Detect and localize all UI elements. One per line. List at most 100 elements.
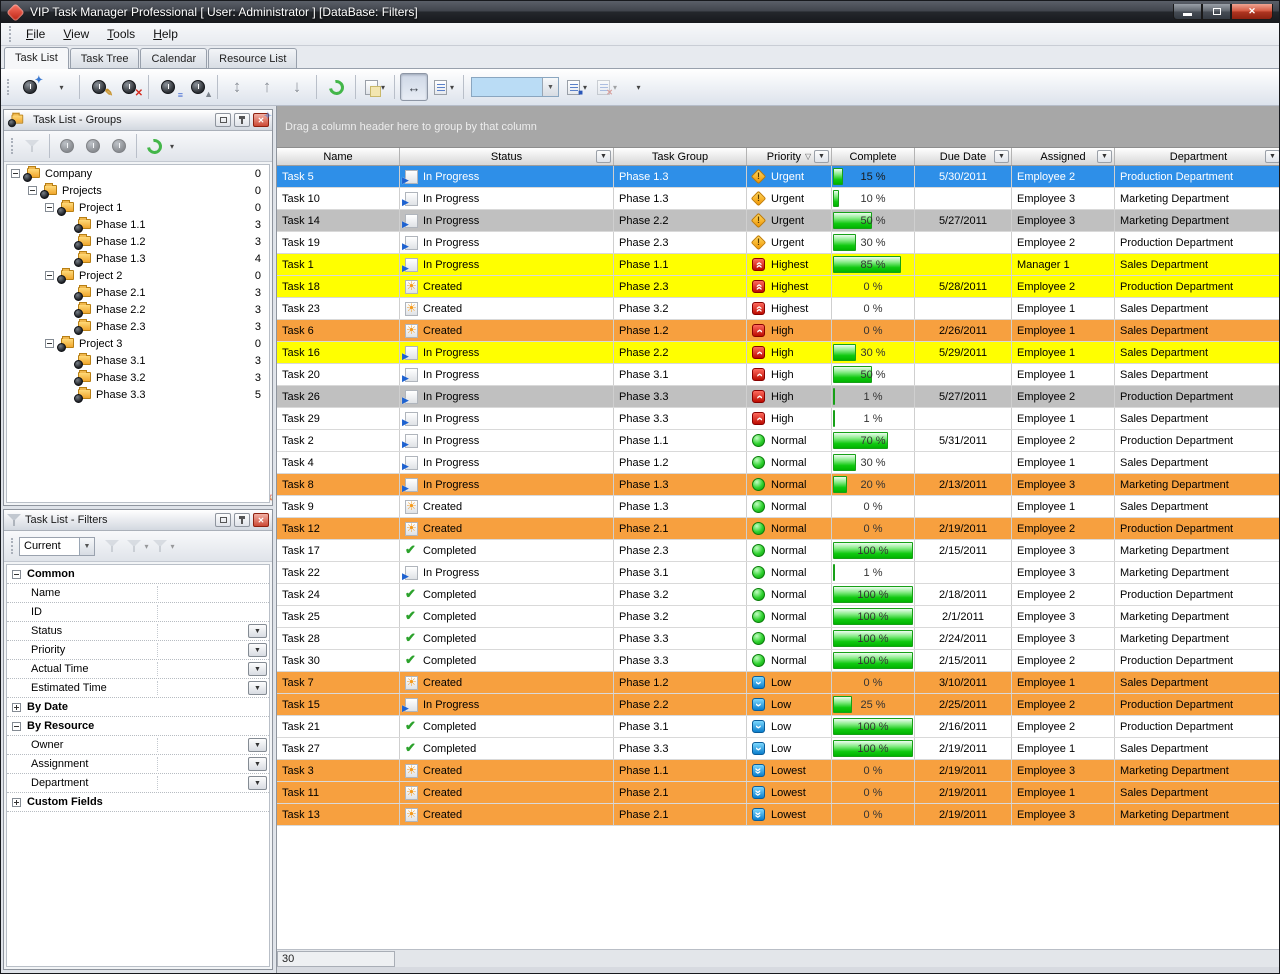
- cell-task-group[interactable]: Phase 2.3: [614, 540, 747, 561]
- groups-delete-button[interactable]: ✕: [107, 134, 131, 158]
- cell-complete[interactable]: 100 %: [832, 584, 915, 605]
- cell-name[interactable]: Task 13: [277, 804, 400, 825]
- cell-department[interactable]: Sales Department: [1115, 364, 1280, 385]
- column-header-department[interactable]: Department▼: [1115, 148, 1280, 165]
- cell-department[interactable]: Sales Department: [1115, 320, 1280, 341]
- cell-assigned[interactable]: Employee 3: [1012, 540, 1115, 561]
- cell-assigned[interactable]: Employee 3: [1012, 628, 1115, 649]
- cell-department[interactable]: Sales Department: [1115, 408, 1280, 429]
- table-row[interactable]: Task 4 In Progress Phase 1.2 Normal 30 %…: [277, 452, 1279, 474]
- cell-task-group[interactable]: Phase 2.1: [614, 782, 747, 803]
- tree-item[interactable]: Project 1 0: [7, 199, 269, 216]
- cell-assigned[interactable]: Employee 2: [1012, 166, 1115, 187]
- cell-task-group[interactable]: Phase 3.3: [614, 628, 747, 649]
- group-by-panel[interactable]: Drag a column header here to group by th…: [277, 106, 1279, 148]
- cell-priority[interactable]: Normal: [747, 518, 832, 539]
- cell-due-date[interactable]: 2/16/2011: [915, 716, 1012, 737]
- save-view-button[interactable]: ■▾: [563, 73, 591, 101]
- cell-task-group[interactable]: Phase 3.3: [614, 386, 747, 407]
- cell-status[interactable]: Created: [400, 276, 614, 297]
- cell-priority[interactable]: High: [747, 408, 832, 429]
- cell-priority[interactable]: Highest: [747, 298, 832, 319]
- cell-name[interactable]: Task 14: [277, 210, 400, 231]
- table-row[interactable]: Task 11 Created Phase 2.1 Lowest 0 % 2/1…: [277, 782, 1279, 804]
- tree-item[interactable]: Phase 2.1 3: [7, 284, 269, 301]
- cell-complete[interactable]: 70 %: [832, 430, 915, 451]
- cell-status[interactable]: In Progress: [400, 342, 614, 363]
- filter-row[interactable]: Common ▼: [7, 565, 269, 584]
- table-row[interactable]: Task 17 Completed Phase 2.3 Normal 100 %…: [277, 540, 1279, 562]
- table-row[interactable]: Task 26 In Progress Phase 3.3 High 1 % 5…: [277, 386, 1279, 408]
- title-bar[interactable]: VIP Task Manager Professional [ User: Ad…: [1, 1, 1279, 23]
- tree-expander-icon[interactable]: [28, 186, 37, 195]
- cell-task-group[interactable]: Phase 2.1: [614, 804, 747, 825]
- cell-complete[interactable]: 1 %: [832, 408, 915, 429]
- cell-task-group[interactable]: Phase 3.3: [614, 650, 747, 671]
- table-row[interactable]: Task 24 Completed Phase 3.2 Normal 100 %…: [277, 584, 1279, 606]
- cell-due-date[interactable]: 2/18/2011: [915, 584, 1012, 605]
- cell-name[interactable]: Task 15: [277, 694, 400, 715]
- cell-assigned[interactable]: Employee 1: [1012, 452, 1115, 473]
- tree-item[interactable]: Phase 2.2 3: [7, 301, 269, 318]
- cell-complete[interactable]: 1 %: [832, 386, 915, 407]
- cell-department[interactable]: Sales Department: [1115, 496, 1280, 517]
- filter-dropdown-button[interactable]: ▼: [248, 757, 267, 771]
- cell-assigned[interactable]: Employee 3: [1012, 210, 1115, 231]
- export-task-button[interactable]: ▲: [184, 73, 212, 101]
- filter-row[interactable]: Assignment ▼: [7, 755, 269, 774]
- cell-department[interactable]: Marketing Department: [1115, 474, 1280, 495]
- restore-button[interactable]: [1202, 4, 1231, 20]
- filter-dropdown-button[interactable]: ▼: [248, 624, 267, 638]
- cell-department[interactable]: Production Department: [1115, 276, 1280, 297]
- cell-assigned[interactable]: Employee 1: [1012, 298, 1115, 319]
- cell-status[interactable]: In Progress: [400, 188, 614, 209]
- cell-name[interactable]: Task 3: [277, 760, 400, 781]
- filter-row[interactable]: Actual Time ▼: [7, 660, 269, 679]
- cell-assigned[interactable]: Employee 2: [1012, 650, 1115, 671]
- cell-department[interactable]: Marketing Department: [1115, 188, 1280, 209]
- cell-task-group[interactable]: Phase 1.3: [614, 496, 747, 517]
- cell-priority[interactable]: Normal: [747, 430, 832, 451]
- minimize-button[interactable]: [1173, 4, 1202, 20]
- groups-refresh-button[interactable]: [142, 134, 166, 158]
- cell-status[interactable]: In Progress: [400, 386, 614, 407]
- filter-row[interactable]: Custom Fields ▼: [7, 793, 269, 812]
- column-header-priority[interactable]: Priority▽▼: [747, 148, 832, 165]
- cell-complete[interactable]: 50 %: [832, 364, 915, 385]
- cell-priority[interactable]: Urgent: [747, 188, 832, 209]
- cell-name[interactable]: Task 29: [277, 408, 400, 429]
- cell-task-group[interactable]: Phase 3.1: [614, 364, 747, 385]
- cell-status[interactable]: In Progress: [400, 430, 614, 451]
- tree-item[interactable]: Phase 3.1 3: [7, 352, 269, 369]
- view-preset-combo[interactable]: ▼: [471, 77, 559, 97]
- cell-task-group[interactable]: Phase 1.1: [614, 760, 747, 781]
- cell-priority[interactable]: High: [747, 386, 832, 407]
- cell-department[interactable]: Sales Department: [1115, 738, 1280, 759]
- duplicate-task-button[interactable]: ≡: [154, 73, 182, 101]
- cell-task-group[interactable]: Phase 2.3: [614, 276, 747, 297]
- column-header-name[interactable]: Name: [277, 148, 400, 165]
- filter-dropdown-button[interactable]: ▼: [596, 150, 611, 163]
- cell-assigned[interactable]: Employee 2: [1012, 694, 1115, 715]
- close-button[interactable]: ✕: [1231, 4, 1273, 20]
- table-row[interactable]: Task 30 Completed Phase 3.3 Normal 100 %…: [277, 650, 1279, 672]
- cell-name[interactable]: Task 10: [277, 188, 400, 209]
- cell-complete[interactable]: 100 %: [832, 738, 915, 759]
- groups-pin-button[interactable]: [234, 113, 250, 127]
- cell-due-date[interactable]: 2/24/2011: [915, 628, 1012, 649]
- filters-close-button[interactable]: ✕: [253, 513, 269, 527]
- cell-task-group[interactable]: Phase 3.2: [614, 606, 747, 627]
- cell-complete[interactable]: 100 %: [832, 606, 915, 627]
- cell-priority[interactable]: Urgent: [747, 210, 832, 231]
- cell-due-date[interactable]: 5/27/2011: [915, 210, 1012, 231]
- cell-status[interactable]: In Progress: [400, 364, 614, 385]
- cell-assigned[interactable]: Employee 3: [1012, 606, 1115, 627]
- cell-department[interactable]: Marketing Department: [1115, 628, 1280, 649]
- cell-assigned[interactable]: Employee 3: [1012, 562, 1115, 583]
- table-row[interactable]: Task 3 Created Phase 1.1 Lowest 0 % 2/19…: [277, 760, 1279, 782]
- fit-columns-button[interactable]: ↔: [400, 73, 428, 101]
- filter-dropdown-button[interactable]: ▼: [248, 776, 267, 790]
- cell-department[interactable]: Production Department: [1115, 694, 1280, 715]
- cell-status[interactable]: Completed: [400, 716, 614, 737]
- cell-task-group[interactable]: Phase 1.3: [614, 474, 747, 495]
